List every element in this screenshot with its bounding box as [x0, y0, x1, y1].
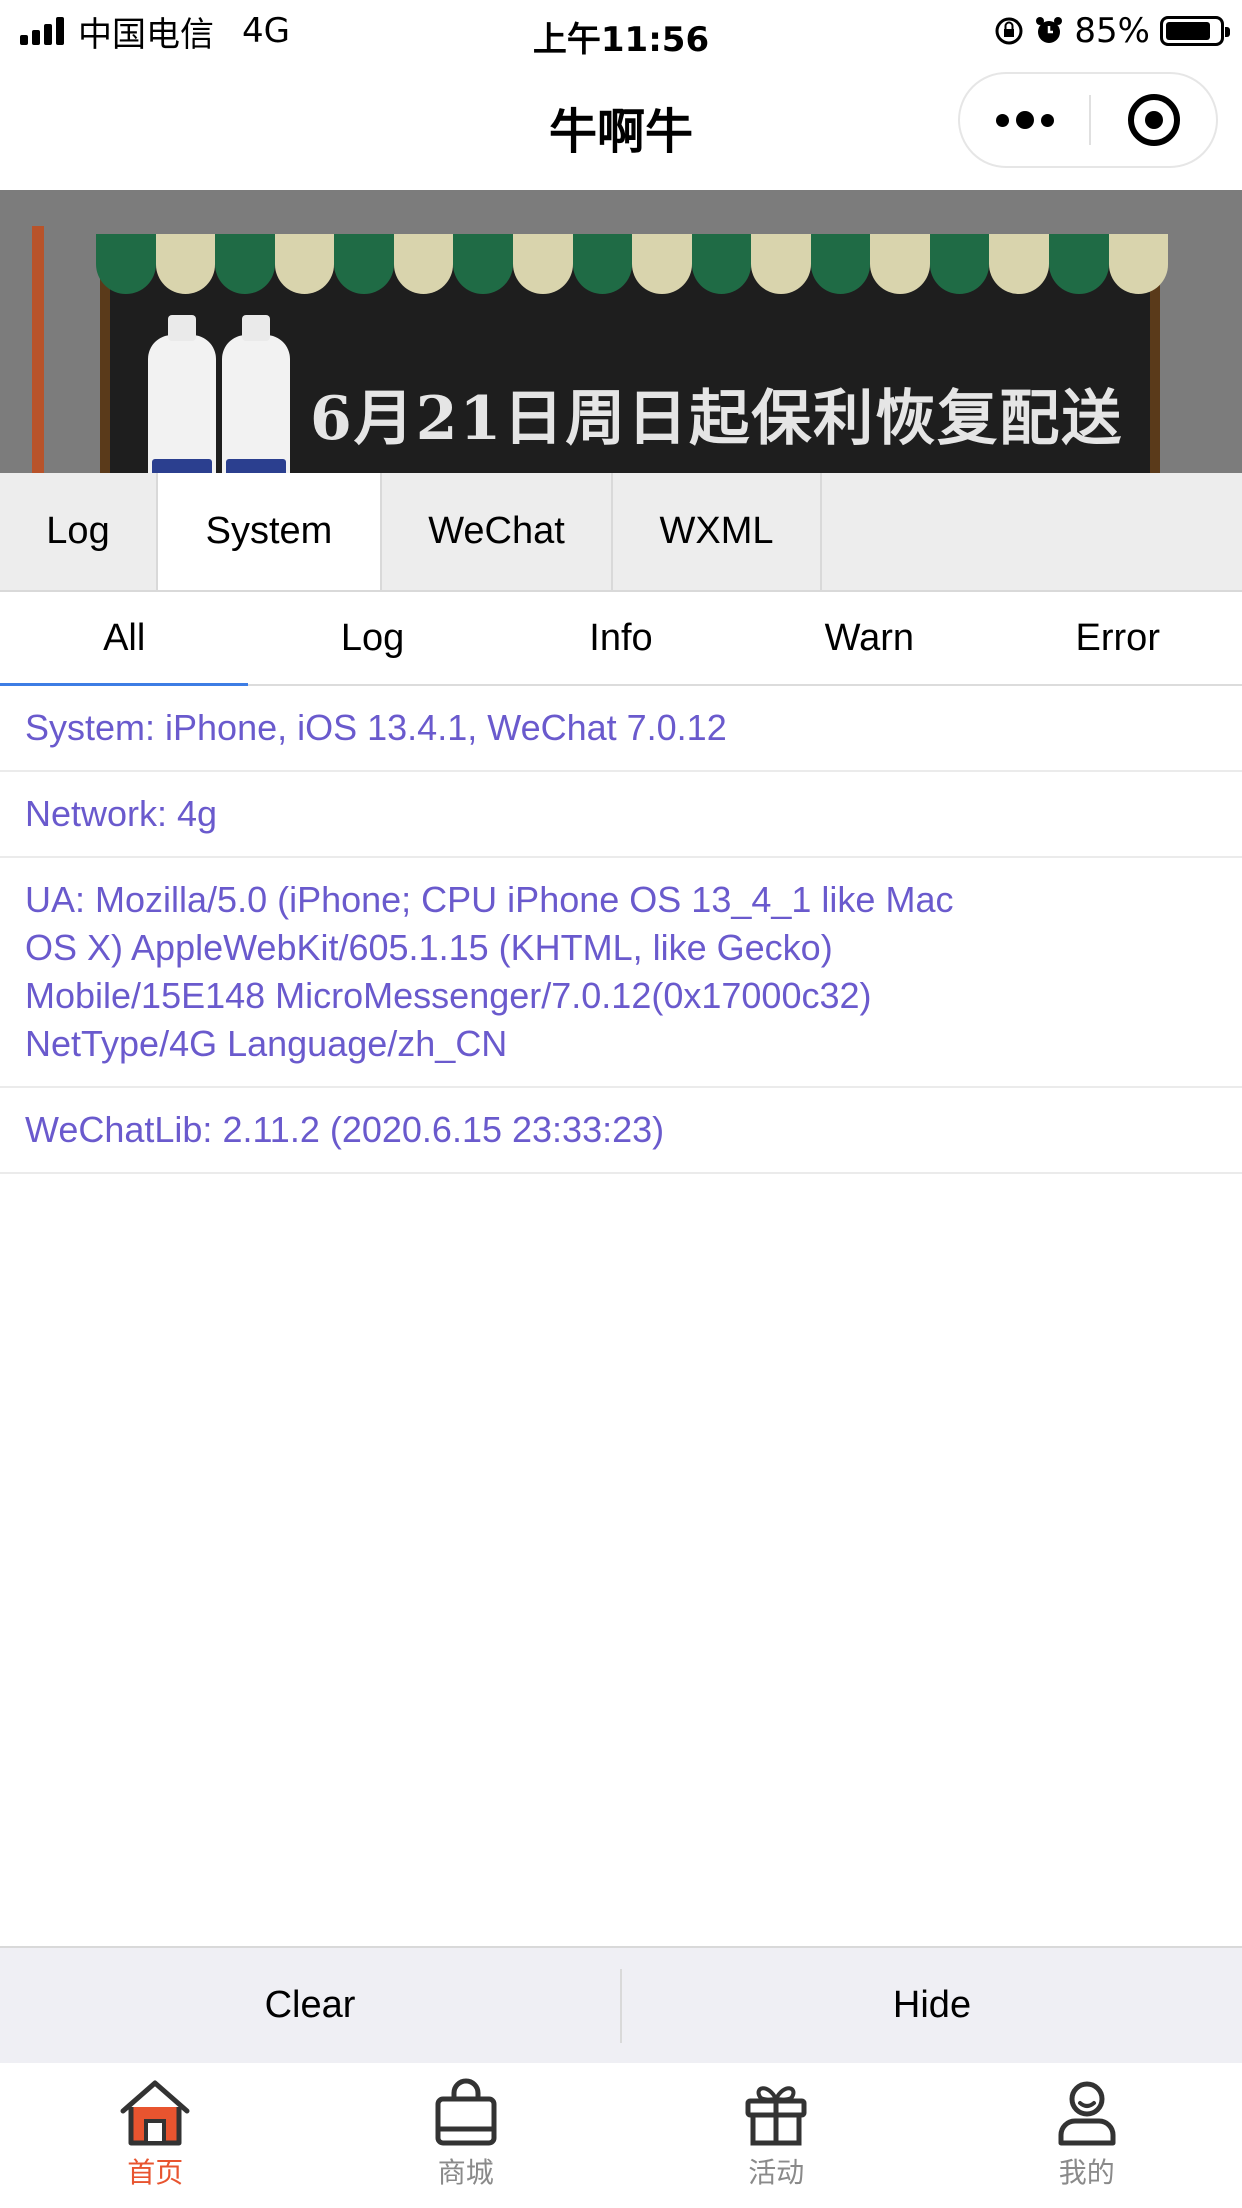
alarm-icon: [1036, 17, 1063, 43]
battery-percent: 85%: [1074, 11, 1150, 51]
clear-button[interactable]: Clear: [0, 1948, 620, 2063]
miniprogram-capsule: [958, 72, 1218, 168]
tabbar-label: 商城: [437, 2156, 494, 2189]
milk-bottle-image: [148, 315, 216, 473]
tabbar-label: 我的: [1058, 2156, 1115, 2189]
user-icon: [1058, 2081, 1116, 2146]
log-row-system: System: iPhone, iOS 13.4.1, WeChat 7.0.1…: [0, 686, 1242, 772]
tabbar-label: 活动: [748, 2156, 805, 2189]
log-text: OS X) AppleWebKit/605.1.15 (KHTML, like …: [25, 927, 833, 968]
tab-log[interactable]: Log: [0, 473, 158, 590]
tab-wechat[interactable]: WeChat: [382, 473, 613, 590]
log-text: Network: 4g: [25, 793, 218, 834]
orientation-lock-icon: [995, 17, 1023, 45]
tabbar-item-profile[interactable]: 我的: [932, 2063, 1242, 2208]
shopping-bag-icon: [435, 2078, 497, 2146]
console-action-bar: Clear Hide: [0, 1946, 1242, 2063]
close-miniprogram-button[interactable]: [1091, 74, 1216, 166]
tabbar-label: 首页: [127, 2156, 184, 2189]
milk-bottle-image: [222, 315, 290, 473]
tabbar-item-activity[interactable]: 活动: [621, 2063, 932, 2208]
more-icon: [995, 113, 1009, 127]
log-row-network: Network: 4g: [0, 772, 1242, 858]
log-text: NetType/4G Language/zh_CN: [25, 1023, 508, 1064]
filter-log[interactable]: Log: [248, 592, 496, 684]
log-text: UA: Mozilla/5.0 (iPhone; CPU iPhone OS 1…: [25, 879, 954, 920]
status-bar: 中国电信 4G 上午11:56 85%: [0, 0, 1242, 62]
tabbar-item-home[interactable]: 首页: [0, 2063, 311, 2208]
filter-all[interactable]: All: [0, 592, 249, 686]
home-icon: [120, 2080, 190, 2146]
log-text: WeChatLib: 2.11.2 (2020.6.15 23:33:23): [25, 1109, 665, 1150]
tab-wxml[interactable]: WXML: [613, 473, 822, 590]
log-filter-tabs: All Log Info Warn Error: [0, 592, 1242, 686]
tab-system[interactable]: System: [158, 473, 382, 590]
log-row-wechatlib: WeChatLib: 2.11.2 (2020.6.15 23:33:23): [0, 1088, 1242, 1174]
more-button[interactable]: [960, 74, 1089, 166]
nav-bar: 牛啊牛: [0, 62, 1242, 190]
bottom-tab-bar: 首页 商城 活动 我的: [0, 2063, 1242, 2208]
banner-text: 6月21日周日起保利恢复配送: [310, 384, 1124, 454]
log-list: System: iPhone, iOS 13.4.1, WeChat 7.0.1…: [0, 686, 1242, 1174]
log-text: System: iPhone, iOS 13.4.1, WeChat 7.0.1…: [25, 707, 727, 748]
gift-icon: [745, 2086, 807, 2146]
tabbar-item-shop[interactable]: 商城: [311, 2063, 622, 2208]
banner-awning: [96, 234, 1169, 294]
vconsole-tabs: Log System WeChat WXML: [0, 473, 1242, 592]
log-text: Mobile/15E148 MicroMessenger/7.0.12(0x17…: [25, 975, 872, 1016]
filter-error[interactable]: Error: [994, 592, 1242, 684]
banner-post: [32, 226, 44, 473]
close-circle-icon: [1127, 94, 1180, 146]
filter-info[interactable]: Info: [497, 592, 745, 684]
hide-button[interactable]: Hide: [622, 1948, 1242, 2063]
promo-banner[interactable]: 6月21日周日起保利恢复配送: [0, 190, 1242, 473]
filter-warn[interactable]: Warn: [745, 592, 993, 684]
log-row-ua: UA: Mozilla/5.0 (iPhone; CPU iPhone OS 1…: [0, 858, 1242, 1088]
battery-icon: [1160, 16, 1230, 46]
